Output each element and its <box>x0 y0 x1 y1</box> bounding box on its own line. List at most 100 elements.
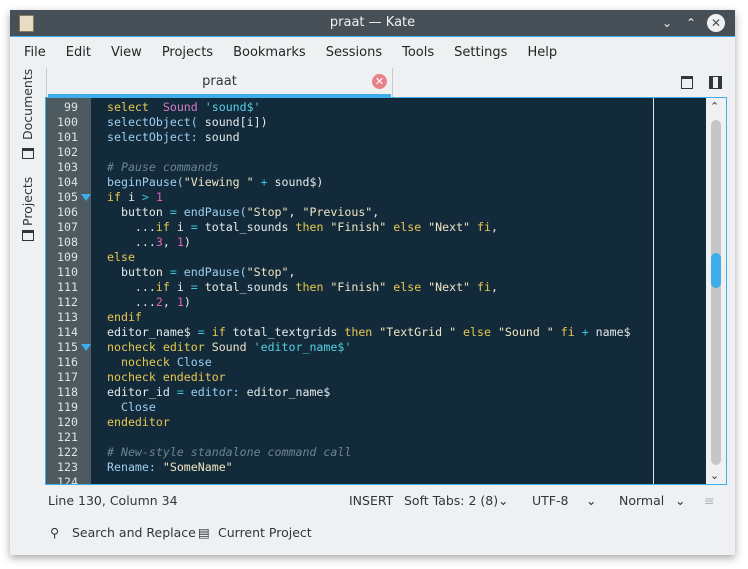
fold-marker-icon[interactable] <box>81 344 91 351</box>
code-line[interactable]: 106 button = endPause("Stop", "Previous"… <box>46 205 706 220</box>
code-line[interactable]: 114 editor_name$ = if total_textgrids the… <box>46 325 706 340</box>
code-line[interactable]: 107 ...if i = total_sounds then "Finish"… <box>46 220 706 235</box>
code-token: endPause( <box>183 265 247 279</box>
window-title: praat — Kate <box>329 15 416 30</box>
new-document-icon[interactable] <box>681 76 693 89</box>
code-line[interactable]: 111 ...if i = total_sounds then "Finish"… <box>46 280 706 295</box>
line-number: 102 <box>57 145 78 159</box>
line-number: 113 <box>57 310 78 324</box>
menu-sessions[interactable]: Sessions <box>316 38 392 68</box>
code-line[interactable]: 110 button = endPause("Stop", <box>46 265 706 280</box>
code-token: "Stop" <box>246 265 289 279</box>
code-editor[interactable]: 99 select Sound 'sound$' 100 selectObject( … <box>45 97 727 485</box>
input-mode[interactable]: INSERT <box>349 493 393 508</box>
code-line[interactable]: 116 nocheck Close <box>46 355 706 370</box>
tab-praat[interactable]: praat ✕ <box>46 68 393 97</box>
chevron-down-icon[interactable]: ⌄ <box>675 493 685 508</box>
tab-label: praat <box>202 74 237 89</box>
code-token: # New-style standalone command call <box>107 445 352 459</box>
menu-view[interactable]: View <box>101 38 152 68</box>
code-token: ... <box>107 295 156 309</box>
code-token: 3 <box>155 235 163 249</box>
code-text: nocheck endeditor <box>107 370 226 385</box>
code-line[interactable]: 121 <box>46 430 706 445</box>
menu-edit[interactable]: Edit <box>56 38 101 68</box>
code-token: "Sound " <box>497 325 554 339</box>
code-line[interactable]: 102 <box>46 145 706 160</box>
project-list-icon: ▤ <box>198 525 210 540</box>
code-text: else <box>107 250 135 265</box>
fold-marker-icon[interactable] <box>81 194 91 201</box>
code-line[interactable]: 120 endeditor <box>46 415 706 430</box>
code-line[interactable]: 105 if i > 1 <box>46 190 706 205</box>
line-number: 105 <box>57 190 78 204</box>
code-line[interactable]: 124 <box>46 475 706 484</box>
menu-bar: File Edit View Projects Bookmarks Sessio… <box>10 38 735 68</box>
kate-window: praat — Kate ⌄ ⌃ ✕ File Edit View Projec… <box>10 10 735 555</box>
scrollbar-thumb[interactable] <box>711 253 721 288</box>
maximize-button[interactable]: ⌃ <box>682 14 700 32</box>
code-token: i <box>120 190 142 204</box>
scroll-up-icon[interactable]: ⌃ <box>710 100 719 113</box>
scrollbar-track[interactable] <box>711 120 721 465</box>
menu-tools[interactable]: Tools <box>392 38 444 68</box>
code-line[interactable]: 118 editor_id = editor: editor_name$ <box>46 385 706 400</box>
chevron-down-icon[interactable]: ⌄ <box>498 493 508 508</box>
code-token: , <box>288 205 303 219</box>
code-token: else <box>107 250 135 264</box>
code-line[interactable]: 115 nocheck editor Sound 'editor_name$' <box>46 340 706 355</box>
code-line[interactable]: 104 beginPause("Viewing " + sound$) <box>46 175 706 190</box>
split-view-icon[interactable] <box>709 76 722 89</box>
code-line[interactable]: 123 Rename: "SomeName" <box>46 460 706 475</box>
menu-settings[interactable]: Settings <box>444 38 517 68</box>
code-token: sound$) <box>267 175 324 189</box>
line-number: 116 <box>57 355 78 369</box>
code-line[interactable]: 108 ...3, 1) <box>46 235 706 250</box>
scroll-down-icon[interactable]: ⌄ <box>710 469 719 482</box>
menu-projects[interactable]: Projects <box>152 38 223 68</box>
close-button[interactable]: ✕ <box>707 14 725 32</box>
code-token: 1 <box>176 235 184 249</box>
search-replace-button[interactable]: Search and Replace <box>72 525 196 540</box>
menu-file[interactable]: File <box>14 38 56 68</box>
menu-help[interactable]: Help <box>517 38 567 68</box>
tab-bar: praat ✕ <box>45 68 735 97</box>
syntax-mode[interactable]: Normal <box>619 493 664 508</box>
code-token: total_sounds <box>197 280 296 294</box>
code-token: select <box>107 100 149 114</box>
sidebar-tab-documents[interactable]: Documents <box>20 69 35 140</box>
code-line[interactable]: 117 nocheck endeditor <box>46 370 706 385</box>
chevron-down-icon[interactable]: ⌄ <box>586 493 596 508</box>
indent-setting[interactable]: Soft Tabs: 2 (8) <box>404 493 498 508</box>
code-token: button <box>107 205 170 219</box>
code-token: "Finish" <box>330 220 387 234</box>
code-lines: 99 select Sound 'sound$' 100 selectObject( … <box>46 100 706 484</box>
code-line[interactable]: 113 endif <box>46 310 706 325</box>
dynamic-wrap-icon[interactable]: ≡ <box>704 493 714 508</box>
code-line[interactable]: 103 # Pause commands <box>46 160 706 175</box>
current-project-button[interactable]: Current Project <box>218 525 312 540</box>
code-token: then <box>344 325 373 339</box>
encoding-setting[interactable]: UTF-8 <box>532 493 568 508</box>
code-line[interactable]: 99 select Sound 'sound$' <box>46 100 706 115</box>
code-line[interactable]: 112 ...2, 1) <box>46 295 706 310</box>
code-line[interactable]: 119 Close <box>46 400 706 415</box>
minimize-button[interactable]: ⌄ <box>658 14 676 32</box>
cursor-position[interactable]: Line 130, Column 34 <box>48 493 178 508</box>
close-tab-icon[interactable]: ✕ <box>372 74 387 89</box>
sidebar-tab-projects[interactable]: Projects <box>20 177 35 226</box>
status-bar: Line 130, Column 34 INSERT Soft Tabs: 2 … <box>10 488 735 514</box>
code-token: i <box>169 280 191 294</box>
vertical-scrollbar[interactable]: ⌃ ⌄ <box>706 98 726 484</box>
code-line[interactable]: 100 selectObject( sound[i]) <box>46 115 706 130</box>
code-line[interactable]: 101 selectObject: sound <box>46 130 706 145</box>
menu-bookmarks[interactable]: Bookmarks <box>223 38 316 68</box>
code-line[interactable]: 122 # New-style standalone command call <box>46 445 706 460</box>
code-token: editor: <box>190 385 240 399</box>
code-line[interactable]: 109 else <box>46 250 706 265</box>
code-token: 1 <box>155 190 163 204</box>
